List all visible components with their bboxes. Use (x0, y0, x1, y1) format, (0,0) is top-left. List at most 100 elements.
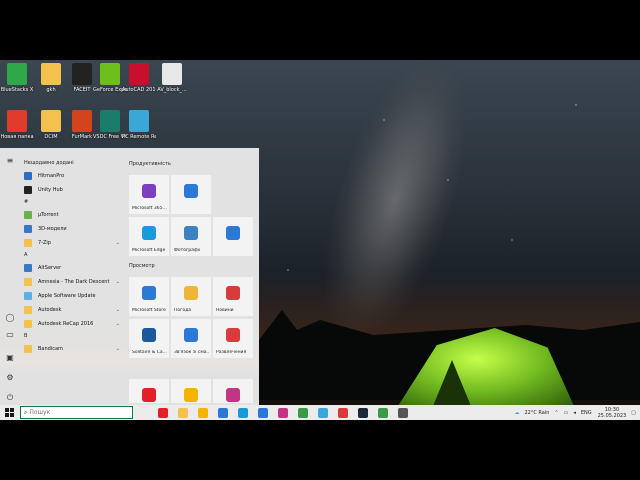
app-icon (24, 186, 32, 194)
furmark-icon (72, 110, 92, 132)
steam-taskbar-icon[interactable] (358, 408, 368, 418)
start-tile[interactable]: Зв'язок зі сма... (171, 319, 211, 358)
start-tile[interactable] (129, 379, 169, 403)
app-list-item[interactable]: µTorrent (20, 208, 124, 222)
office-icon (142, 184, 156, 198)
desktop-icon[interactable]: BlueStacks X (0, 63, 34, 93)
search-icon: ⌕ (24, 408, 28, 416)
system-tray: ☁ 22°C Rain ⌃ ▭ ◂ ENG 10:30 25.05.2023 ▢ (509, 405, 636, 420)
tile-label: Погода (174, 308, 192, 313)
user-icon[interactable]: ◯ (4, 312, 16, 324)
desktop-icon-label: Новая папка (0, 134, 34, 140)
settings-icon[interactable]: ⚙ (4, 372, 16, 384)
tiles-area: Продуктивність Просмотр Microsoft 365...… (128, 158, 259, 403)
app-list-item[interactable]: Bandicam ⌄ (20, 342, 124, 356)
start-tile[interactable] (213, 379, 253, 403)
app-label: Amnesia - The Dark Descent (38, 279, 110, 285)
app-icon (24, 306, 32, 314)
clock[interactable]: 10:30 25.05.2023 (598, 407, 627, 419)
chevron-down-icon: ⌄ (115, 279, 120, 285)
start-tile[interactable] (171, 175, 211, 214)
store-icon (142, 286, 156, 300)
notifications-icon[interactable]: ▢ (631, 410, 636, 416)
desktop-icon[interactable]: gkh (34, 63, 68, 93)
app-list-section-header[interactable]: Нещодавно додані (20, 158, 124, 169)
group-title: Продуктивність (129, 161, 171, 167)
start-menu: ≡ ◯ ▭ ▣ ⚙ ⏻ Нещодавно додані HitmanPro Unity Hu… (0, 148, 259, 405)
start-tile[interactable]: Новини (213, 277, 253, 316)
app-icon (24, 278, 32, 286)
desktop-icon[interactable]: AutoCAD 2016 —... (122, 63, 156, 93)
weather-label[interactable]: 22°C Rain (524, 410, 549, 416)
desktop-icon[interactable]: PC Remote Receiver (122, 110, 156, 140)
desktop-icon[interactable]: DCIM (34, 110, 68, 140)
search-input[interactable] (29, 409, 120, 416)
edge-taskbar-icon[interactable] (238, 408, 248, 418)
autocad-icon (129, 63, 149, 85)
start-tile[interactable] (171, 379, 211, 403)
start-tile[interactable]: Фотографії (171, 217, 211, 256)
instagram-icon (226, 388, 240, 402)
app-list-section-header[interactable]: # (20, 197, 124, 208)
volume-icon[interactable]: ◂ (573, 410, 576, 416)
start-tile[interactable]: Microsoft Edge (129, 217, 169, 256)
start-tile[interactable]: Solitaire & Ca... (129, 319, 169, 358)
instagram-taskbar-icon[interactable] (278, 408, 288, 418)
start-tile[interactable]: Microsoft Store (129, 277, 169, 316)
pc-remote-icon (129, 110, 149, 132)
bluestacks-icon (7, 63, 27, 85)
faceit-icon (72, 63, 92, 85)
tile-label: Новини (216, 308, 234, 313)
chrome-taskbar-icon[interactable] (298, 408, 308, 418)
app-label: AltServer (38, 265, 62, 271)
power-icon[interactable]: ⏻ (4, 392, 16, 404)
start-tile[interactable]: Microsoft 365... (129, 175, 169, 214)
start-button[interactable] (3, 407, 15, 418)
start-tile[interactable]: Развлечения (213, 319, 253, 358)
desktop-icon-label: AutoCAD 2016 —... (122, 87, 156, 93)
app-list-item[interactable]: Autodesk ⌄ (20, 303, 124, 317)
chevron-up-icon[interactable]: ⌃ (554, 410, 558, 416)
tile-label: Зв'язок зі сма... (174, 350, 209, 355)
hamburger-icon[interactable]: ≡ (4, 155, 16, 167)
file-explorer-icon[interactable] (178, 408, 188, 418)
edge-icon (142, 226, 156, 240)
app-list-item[interactable]: Apple Software Update (20, 289, 124, 303)
app-list-item[interactable]: Autodesk ReCap 2016 ⌄ (20, 317, 124, 331)
mail-taskbar-icon[interactable] (218, 408, 228, 418)
app-list-item[interactable]: 3D-модели (20, 222, 124, 236)
app-list-item[interactable]: Amnesia - The Dark Descent ⌄ (20, 275, 124, 289)
start-tile[interactable]: Погода (171, 277, 211, 316)
app-list-section-header[interactable]: A (20, 250, 124, 261)
document-icon[interactable]: ▭ (4, 329, 16, 341)
search-box[interactable]: ⌕ (20, 406, 133, 419)
app-list-item[interactable]: Unity Hub (20, 183, 124, 197)
network-icon[interactable]: ▭ (564, 410, 569, 416)
phone-link-icon (184, 328, 198, 342)
music-taskbar-icon[interactable] (198, 408, 208, 418)
desktop-icon[interactable]: Новая папка (0, 110, 34, 140)
app-list-item[interactable]: AltServer (20, 261, 124, 275)
app-label: 3D-модели (38, 226, 67, 232)
window-taskbar-icon[interactable] (398, 408, 408, 418)
desktop-icon-label: AV_block_... (157, 87, 187, 93)
pictures-icon[interactable]: ▣ (4, 352, 16, 364)
chevron-down-icon: ⌄ (115, 321, 120, 327)
opera-taskbar-icon[interactable] (158, 408, 168, 418)
store-taskbar-icon[interactable] (258, 408, 268, 418)
chrome2-taskbar-icon[interactable] (378, 408, 388, 418)
document-icon (162, 63, 182, 85)
start-tile[interactable] (213, 217, 253, 256)
weather-icon[interactable]: ☁ (514, 410, 519, 416)
app-list-item[interactable]: 7-Zip ⌄ (20, 236, 124, 250)
app-icon (24, 225, 32, 233)
desktop-icon[interactable]: AV_block_... (155, 63, 189, 93)
app-icon (24, 264, 32, 272)
app-list-section-header[interactable]: B (20, 331, 124, 342)
record-taskbar-icon[interactable] (338, 408, 348, 418)
app-taskbar-icon[interactable] (318, 408, 328, 418)
language-indicator[interactable]: ENG (581, 410, 592, 416)
app-list-item[interactable]: HitmanPro (20, 169, 124, 183)
app-list: Нещодавно додані HitmanPro Unity Hub # µTorr… (20, 158, 124, 403)
app-icon (24, 292, 32, 300)
